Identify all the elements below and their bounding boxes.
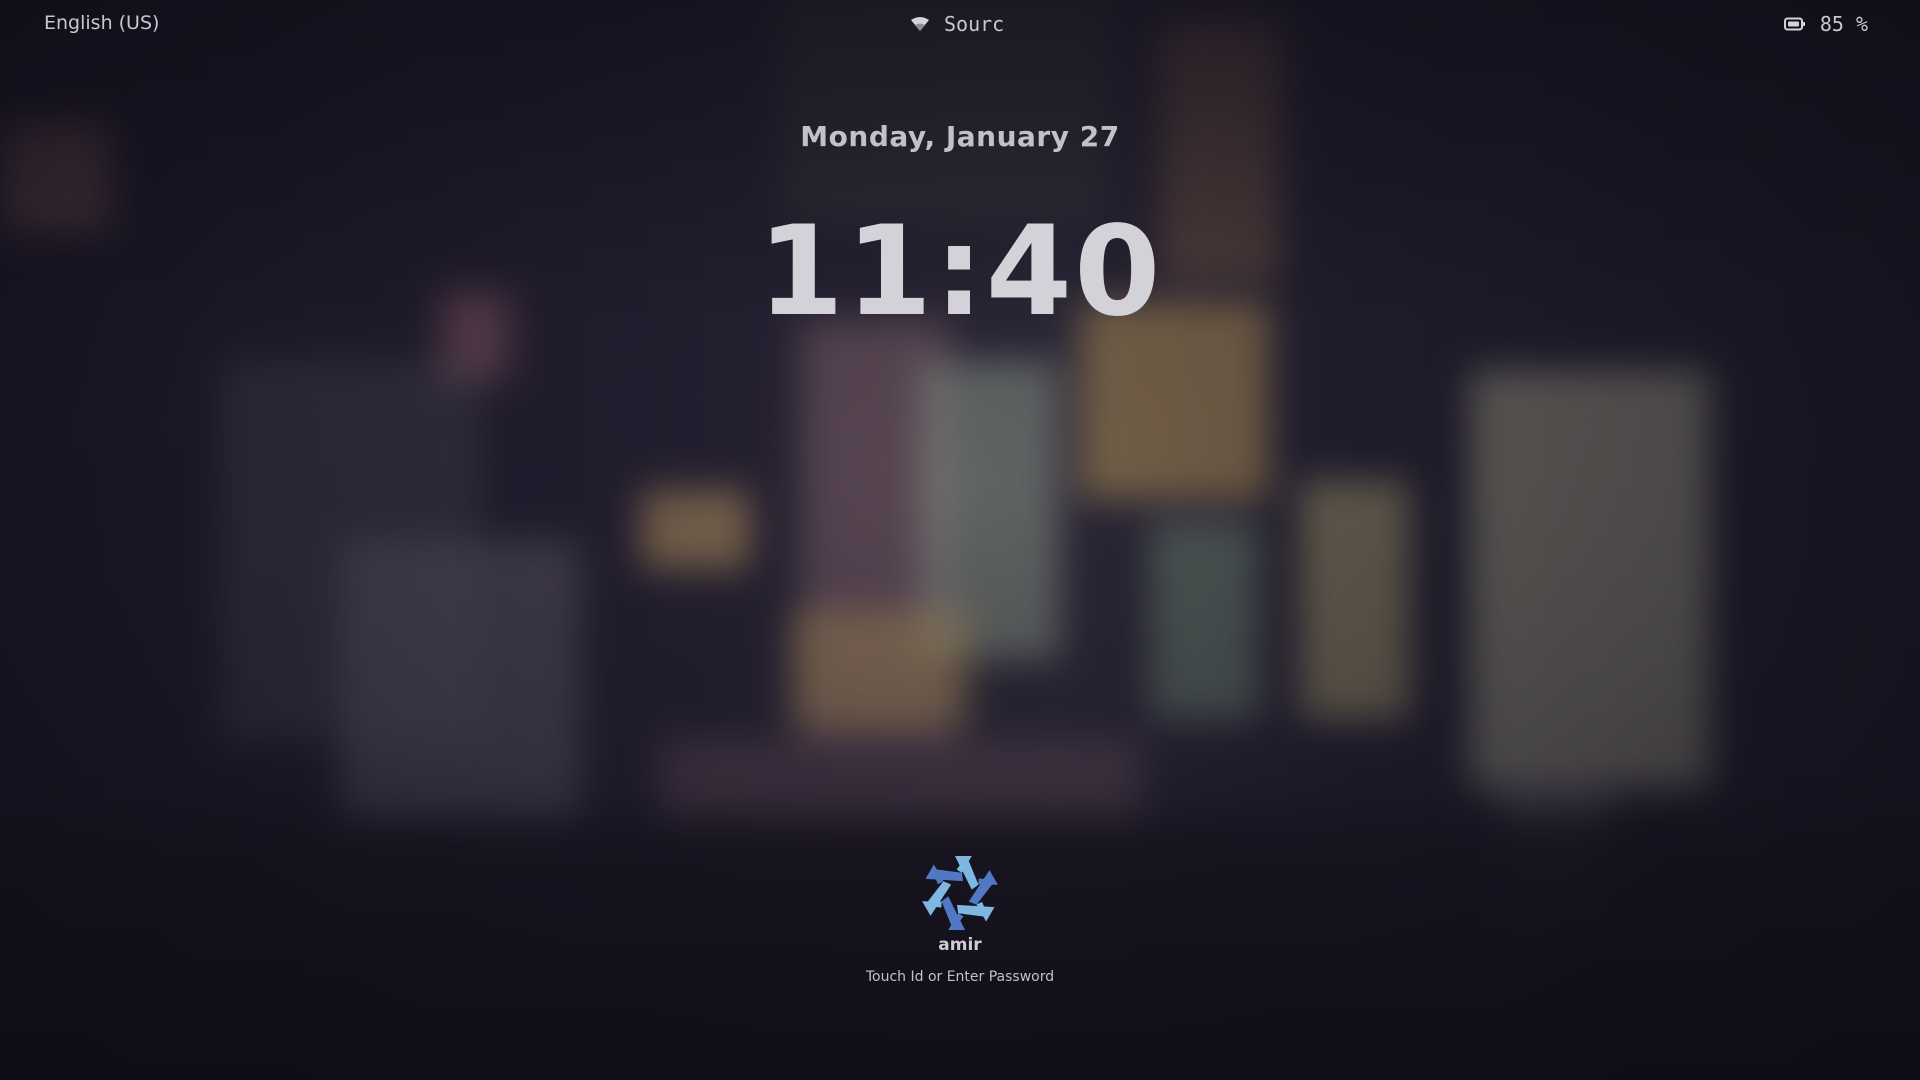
lock-time: 11:40 (757, 200, 1163, 344)
nixos-snowflake-icon[interactable] (918, 851, 1002, 935)
battery-icon (1783, 17, 1806, 31)
lock-date: Monday, January 27 (800, 120, 1120, 153)
battery-indicator[interactable]: 85 % (1783, 12, 1868, 36)
network-indicator[interactable]: Sourc (910, 12, 1004, 36)
battery-level: 85 % (1819, 12, 1868, 36)
keyboard-layout-indicator[interactable]: English (US) (44, 12, 159, 34)
lock-screen: English (US) Sourc 85 % Monday, January … (0, 0, 1920, 1080)
password-prompt[interactable]: Touch Id or Enter Password (0, 969, 1920, 985)
wifi-icon (910, 16, 930, 32)
network-name: Sourc (944, 12, 1005, 36)
username-label: amir (938, 935, 982, 955)
